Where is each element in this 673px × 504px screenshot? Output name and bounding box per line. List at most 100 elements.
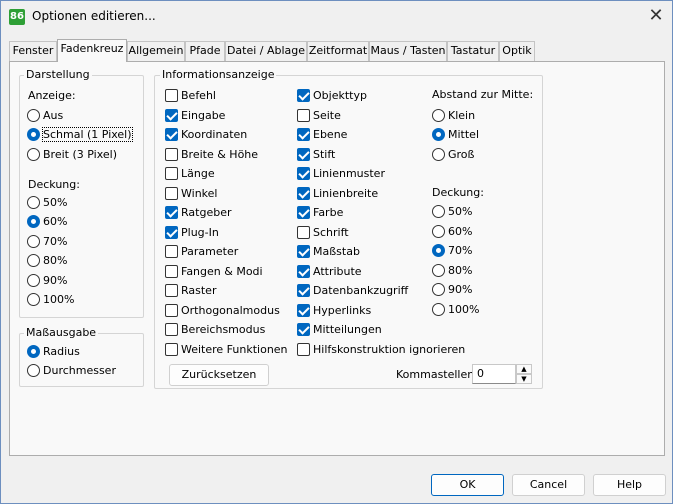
radio-icon — [432, 224, 445, 238]
deckung-left-100[interactable]: 100% — [27, 292, 74, 308]
checkbox-checked-icon — [297, 205, 310, 219]
deckung-right-90[interactable]: 90% — [432, 282, 472, 298]
abstand-gross[interactable]: Groß — [432, 147, 474, 163]
info-checkbox-label: Parameter — [181, 245, 239, 258]
tab-maus-tasten[interactable]: Maus / Tasten — [369, 41, 447, 61]
info-checkbox-b-9[interactable]: Attribute — [297, 264, 362, 280]
cancel-button[interactable]: Cancel — [512, 474, 585, 496]
checkbox-checked-icon — [297, 244, 310, 258]
tab-allgemein[interactable]: Allgemein — [127, 41, 185, 61]
massausgabe-durchmesser[interactable]: Durchmesser — [27, 363, 116, 379]
radio-selected-icon — [27, 344, 40, 358]
spin-up-icon[interactable]: ▲ — [516, 364, 532, 374]
info-checkbox-a-0[interactable]: Befehl — [165, 88, 216, 104]
info-checkbox-label: Eingabe — [181, 109, 226, 122]
info-checkbox-label: Orthogonalmodus — [181, 304, 280, 317]
deckung-right-100[interactable]: 100% — [432, 302, 479, 318]
abstand-mittel[interactable]: Mittel — [432, 127, 479, 143]
info-checkbox-label: Maßstab — [313, 245, 360, 258]
deckung-right-60[interactable]: 60% — [432, 224, 472, 240]
ok-button[interactable]: OK — [431, 474, 504, 496]
info-checkbox-a-9[interactable]: Fangen & Modi — [165, 264, 263, 280]
radio-icon — [27, 253, 40, 267]
radio-selected-icon — [432, 127, 445, 141]
radio-icon — [27, 273, 40, 287]
info-checkbox-label: Befehl — [181, 89, 216, 102]
checkbox-checked-icon — [297, 127, 310, 141]
info-checkbox-label: Breite & Höhe — [181, 148, 259, 161]
info-checkbox-a-5[interactable]: Winkel — [165, 186, 217, 202]
info-checkbox-a-11[interactable]: Orthogonalmodus — [165, 303, 280, 319]
checkbox-checked-icon — [297, 322, 310, 336]
tab-fadenkreuz[interactable]: Fadenkreuz — [57, 39, 127, 62]
anzeige-option-aus[interactable]: Aus — [27, 108, 63, 124]
anzeige-option-schmal[interactable]: Schmal (1 Pixel) — [27, 127, 133, 143]
info-checkbox-a-3[interactable]: Breite & Höhe — [165, 147, 258, 163]
deckung-left-70[interactable]: 70% — [27, 234, 67, 250]
deckung-right-70[interactable]: 70% — [432, 243, 472, 259]
spin-down-icon[interactable]: ▼ — [516, 374, 532, 384]
checkbox-checked-icon — [165, 225, 178, 239]
info-checkbox-label: Hilfskonstruktion ignorieren — [313, 343, 466, 356]
info-checkbox-b-2[interactable]: Ebene — [297, 127, 347, 143]
massausgabe-radius[interactable]: Radius — [27, 344, 80, 360]
info-checkbox-a-6[interactable]: Ratgeber — [165, 205, 231, 221]
checkbox-icon — [165, 264, 178, 278]
info-checkbox-b-3[interactable]: Stift — [297, 147, 335, 163]
tab-datei-ablage[interactable]: Datei / Ablage — [225, 41, 307, 61]
deckung-left-60[interactable]: 60% — [27, 214, 67, 230]
info-checkbox-label: Ratgeber — [181, 206, 232, 219]
radio-selected-icon — [27, 214, 40, 228]
checkbox-checked-icon — [297, 147, 310, 161]
tab-tastatur[interactable]: Tastatur — [447, 41, 499, 61]
info-checkbox-b-1[interactable]: Seite — [297, 108, 341, 124]
deckung-left-90[interactable]: 90% — [27, 273, 67, 289]
info-checkbox-b-10[interactable]: Datenbankzugriff — [297, 283, 408, 299]
info-checkbox-a-4[interactable]: Länge — [165, 166, 215, 182]
deckung-left-50[interactable]: 50% — [27, 195, 67, 211]
info-checkbox-b-6[interactable]: Farbe — [297, 205, 343, 221]
info-checkbox-b-4[interactable]: Linienmuster — [297, 166, 385, 182]
tab-optik[interactable]: Optik — [499, 41, 535, 61]
checkbox-icon — [165, 322, 178, 336]
radio-selected-icon — [27, 127, 40, 141]
deckung-left-80[interactable]: 80% — [27, 253, 67, 269]
abstand-klein[interactable]: Klein — [432, 108, 475, 124]
info-checkbox-b-7[interactable]: Schrift — [297, 225, 349, 241]
info-checkbox-b-11[interactable]: Hyperlinks — [297, 303, 371, 319]
kommastellen-input[interactable]: 0 — [472, 364, 516, 384]
info-checkbox-label: Stift — [313, 148, 336, 161]
radio-icon — [27, 292, 40, 306]
help-button[interactable]: Help — [593, 474, 666, 496]
checkbox-checked-icon — [297, 264, 310, 278]
tab-fenster[interactable]: Fenster — [9, 41, 57, 61]
radio-icon — [27, 108, 40, 122]
info-checkbox-a-10[interactable]: Raster — [165, 283, 216, 299]
reset-button[interactable]: Zurücksetzen — [169, 364, 269, 386]
checkbox-icon — [165, 147, 178, 161]
informationsanzeige-title: Informationsanzeige — [160, 68, 277, 81]
info-checkbox-a-7[interactable]: Plug-In — [165, 225, 219, 241]
info-checkbox-a-13[interactable]: Weitere Funktionen — [165, 342, 288, 358]
close-icon[interactable]: ✕ — [641, 3, 671, 29]
info-checkbox-a-8[interactable]: Parameter — [165, 244, 238, 260]
anzeige-option-breit[interactable]: Breit (3 Pixel) — [27, 147, 117, 163]
deckung-right-50[interactable]: 50% — [432, 204, 472, 220]
info-checkbox-b-8[interactable]: Maßstab — [297, 244, 360, 260]
info-checkbox-a-2[interactable]: Koordinaten — [165, 127, 247, 143]
deckung-right-80[interactable]: 80% — [432, 263, 472, 279]
info-checkbox-label: Hyperlinks — [313, 304, 372, 317]
info-checkbox-label: Linienmuster — [313, 167, 385, 180]
info-checkbox-a-12[interactable]: Bereichsmodus — [165, 322, 265, 338]
info-checkbox-b-13[interactable]: Hilfskonstruktion ignorieren — [297, 342, 465, 358]
info-checkbox-b-5[interactable]: Linienbreite — [297, 186, 378, 202]
app-icon: 86 — [9, 9, 25, 25]
tab-pfade[interactable]: Pfade — [185, 41, 225, 61]
info-checkbox-label: Raster — [181, 284, 217, 297]
info-checkbox-a-1[interactable]: Eingabe — [165, 108, 225, 124]
tab-zeitformat[interactable]: Zeitformat — [307, 41, 369, 61]
radio-icon — [27, 363, 40, 377]
info-checkbox-b-12[interactable]: Mitteilungen — [297, 322, 382, 338]
radio-icon — [432, 263, 445, 277]
info-checkbox-b-0[interactable]: Objekttyp — [297, 88, 367, 104]
